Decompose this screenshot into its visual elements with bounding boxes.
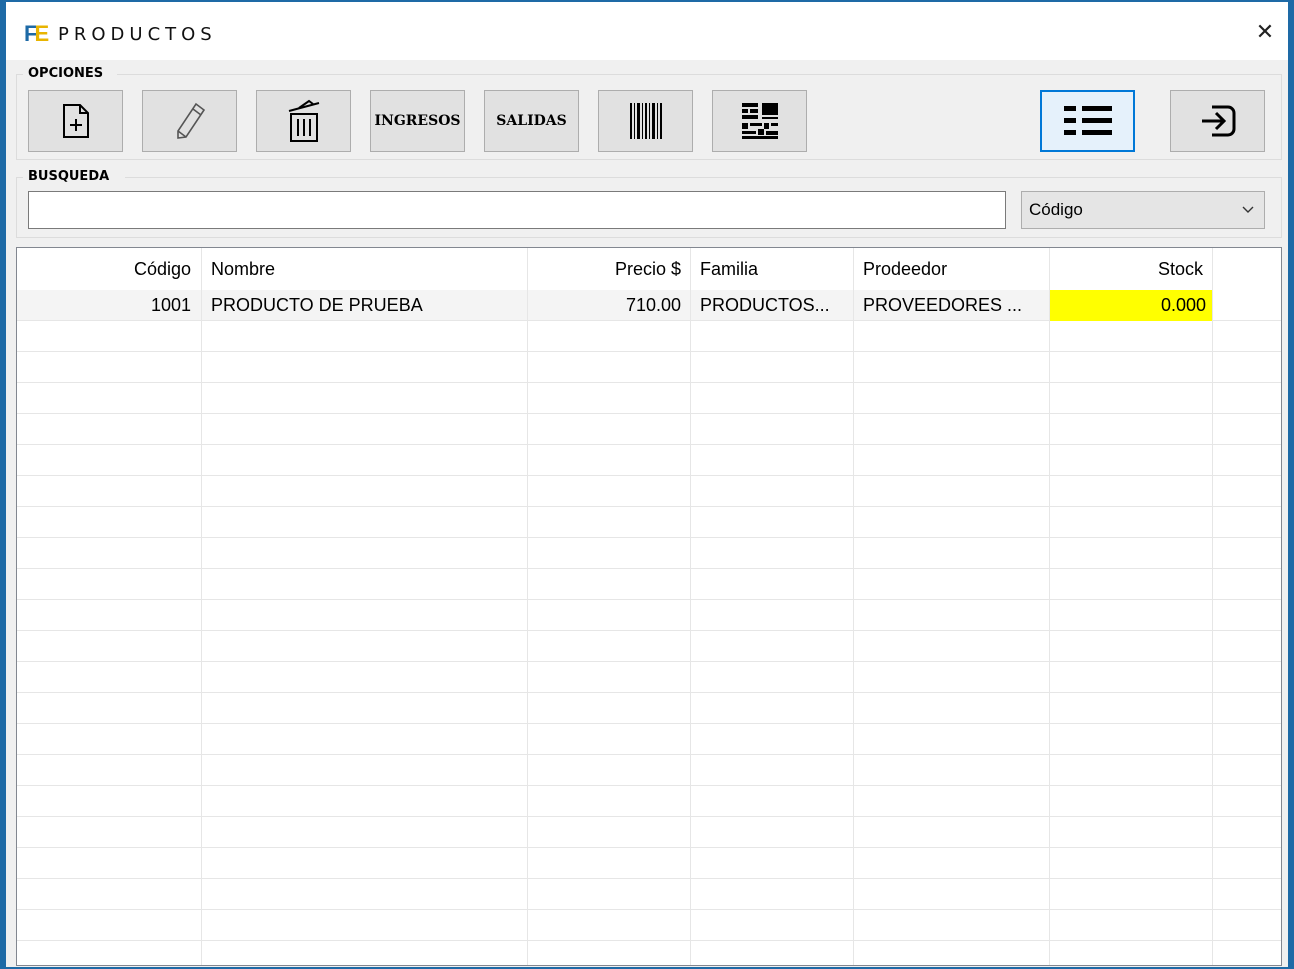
search-filter-select[interactable]: Código (1021, 191, 1265, 229)
list-view-button[interactable] (1040, 90, 1135, 152)
qr-code-button[interactable] (712, 90, 807, 152)
new-product-button[interactable] (28, 90, 123, 152)
window-title: PRODUCTOS (58, 24, 217, 45)
delete-product-button[interactable] (256, 90, 351, 152)
salidas-label: SALIDAS (496, 113, 567, 129)
barcode-icon (629, 103, 662, 139)
edit-product-button[interactable] (142, 90, 237, 152)
cell-stock[interactable]: 0.000 (1050, 290, 1212, 321)
column-header-codigo[interactable]: Código (21, 254, 191, 285)
app-logo: FE (24, 21, 49, 46)
cell-nombre[interactable]: PRODUCTO DE PRUEBA (211, 290, 521, 321)
qr-code-icon (741, 103, 778, 139)
ingresos-label: INGRESOS (374, 113, 461, 129)
pencil-icon (176, 102, 205, 139)
column-header-stock[interactable]: Stock (1053, 254, 1203, 285)
barcode-button[interactable] (598, 90, 693, 152)
cell-familia[interactable]: PRODUCTOS... (700, 290, 850, 321)
title-bar: FE PRODUCTOS ✕ (6, 2, 1288, 60)
opciones-label: OPCIONES (28, 66, 108, 81)
column-header-proveedor[interactable]: Prodeedor (863, 254, 1043, 285)
products-table[interactable]: Código Nombre Precio $ Familia Prodeedor… (16, 247, 1282, 966)
column-header-nombre[interactable]: Nombre (211, 254, 511, 285)
exit-button[interactable] (1170, 90, 1265, 152)
productos-window: FE PRODUCTOS ✕ OPCIONES INGRESOS SALIDAS… (0, 0, 1294, 969)
new-document-icon (62, 104, 89, 138)
exit-icon (1201, 105, 1235, 137)
busqueda-label: BUSQUEDA (28, 169, 114, 184)
ingresos-button[interactable]: INGRESOS (370, 90, 465, 152)
salidas-button[interactable]: SALIDAS (484, 90, 579, 152)
column-header-familia[interactable]: Familia (700, 254, 850, 285)
column-header-precio[interactable]: Precio $ (531, 254, 681, 285)
cell-proveedor[interactable]: PROVEEDORES ... (863, 290, 1045, 321)
search-input[interactable] (28, 191, 1006, 229)
chevron-down-icon (1242, 192, 1254, 242)
search-filter-value: Código (1029, 200, 1083, 219)
close-button[interactable]: ✕ (1250, 18, 1280, 48)
list-icon (1063, 106, 1112, 135)
cell-precio[interactable]: 710.00 (531, 290, 681, 321)
cell-codigo[interactable]: 1001 (21, 290, 191, 321)
trash-icon (288, 99, 319, 142)
